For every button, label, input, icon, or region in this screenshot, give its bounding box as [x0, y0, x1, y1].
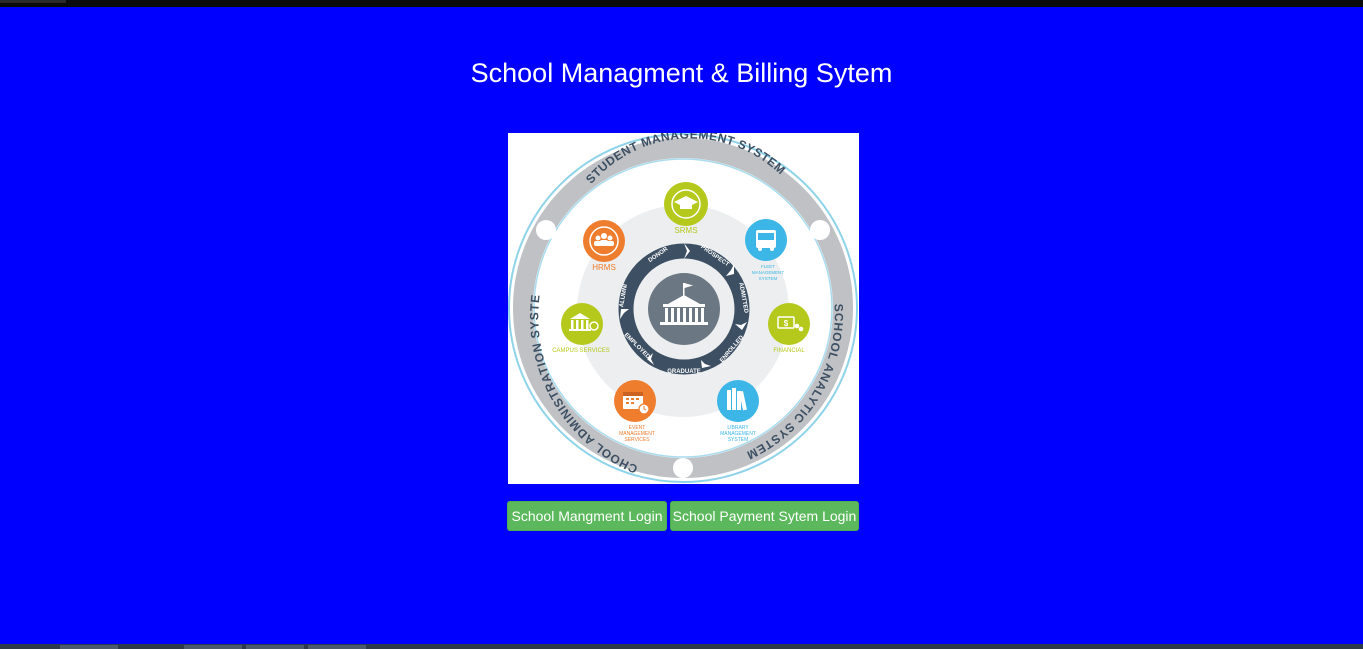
financial-label: FINANCIAL [773, 348, 805, 354]
browser-tab-stub [0, 0, 66, 3]
taskbar-item[interactable] [246, 645, 304, 649]
financial-node [768, 303, 810, 345]
browser-top-bar [0, 0, 1363, 7]
taskbar-item[interactable] [184, 645, 242, 649]
taskbar-item[interactable] [308, 645, 366, 649]
taskbar-item[interactable] [60, 645, 118, 649]
school-management-login-button[interactable]: School Mangment Login [507, 501, 667, 531]
fleet-label-3: SYSTEM [759, 276, 778, 281]
band-break [810, 220, 830, 240]
fleet-label-1: FLEET [761, 264, 775, 269]
svg-text:$: $ [784, 319, 789, 328]
hrms-label: HRMS [592, 263, 616, 272]
cycle-graduate: GRADUATE [667, 369, 701, 375]
event-label-3: SERVICES [624, 437, 650, 443]
band-break [536, 220, 556, 240]
school-payment-login-button[interactable]: School Payment Sytem Login [670, 501, 859, 531]
bus-icon [756, 230, 776, 251]
fleet-label-2: MANAGEMENT [752, 270, 785, 275]
srms-label: SRMS [674, 226, 697, 235]
os-taskbar [0, 644, 1363, 649]
band-break [673, 458, 693, 478]
school-system-diagram: STUDENT MANAGEMENT SYSTEM SCHOOL ADMINIS… [508, 133, 859, 484]
library-label-3: SYSTEM [728, 437, 749, 443]
campus-label: CAMPUS SERVICES [552, 348, 610, 354]
page-title: School Managment & Billing Sytem [470, 58, 893, 88]
